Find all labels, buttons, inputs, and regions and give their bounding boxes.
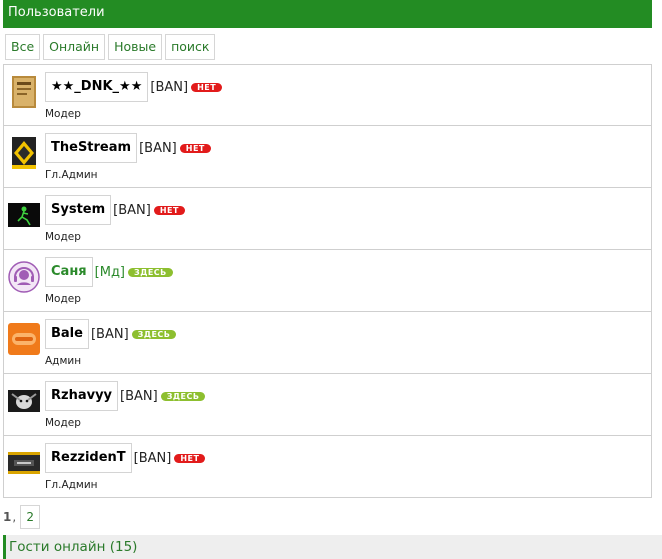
current-page: 1 <box>3 510 12 524</box>
user-row: Саня [Мд] ЗДЕСЬ Модер <box>3 250 652 312</box>
user-row: TheStream [BAN] НЕТ Гл.Админ <box>3 126 652 188</box>
status-badge: НЕТ <box>179 143 211 153</box>
user-row: Rzhavyy [BAN] ЗДЕСЬ Модер <box>3 374 652 436</box>
section-header: Пользователи <box>3 0 652 28</box>
section-title: Пользователи <box>8 5 105 20</box>
user-name-link[interactable]: System <box>45 195 112 225</box>
guests-online-header: Гости онлайн (15) <box>3 535 662 559</box>
user-tag: [BAN] <box>139 140 177 156</box>
status-badge: НЕТ <box>174 453 206 463</box>
user-role: Модер <box>45 231 81 243</box>
user-role: Модер <box>45 417 81 429</box>
user-name-link[interactable]: RezzidenT <box>45 443 132 473</box>
user-avatar[interactable] <box>8 260 40 294</box>
user-tag: [BAN] <box>133 450 172 466</box>
page-2-link[interactable]: 2 <box>20 505 41 529</box>
status-badge: ЗДЕСЬ <box>160 391 206 401</box>
user-tag: [BAN] <box>150 79 189 95</box>
user-tag: [BAN] <box>113 202 151 218</box>
tab-search[interactable]: поиск <box>165 34 216 60</box>
tab-all[interactable]: Все <box>5 34 41 60</box>
user-role: Модер <box>45 293 81 305</box>
page-separator: , <box>12 510 17 524</box>
user-row: Bale [BAN] ЗДЕСЬ Админ <box>3 312 652 374</box>
user-tag: [BAN] <box>90 326 129 342</box>
user-name-link[interactable]: TheStream <box>45 133 138 163</box>
filter-tabs: Все Онлайн Новые поиск <box>5 34 216 62</box>
user-tag: [BAN] <box>120 388 158 404</box>
user-name-link[interactable]: ★★_DNK_★★ <box>45 72 149 102</box>
user-avatar[interactable] <box>8 446 40 480</box>
user-avatar[interactable] <box>8 322 40 356</box>
status-badge: ЗДЕСЬ <box>131 329 177 339</box>
user-role: Гл.Админ <box>45 479 98 491</box>
user-tag: [Мд] <box>94 264 126 280</box>
user-avatar[interactable] <box>8 384 40 418</box>
pagination: 1 , 2 <box>3 505 41 529</box>
tab-online[interactable]: Онлайн <box>43 34 106 60</box>
guests-online-label: Гости онлайн (15) <box>9 539 138 555</box>
user-row: RezzidenT [BAN] НЕТ Гл.Админ <box>3 436 652 498</box>
user-avatar[interactable] <box>8 198 40 232</box>
status-badge: НЕТ <box>191 82 223 92</box>
user-list: ★★_DNK_★★ [BAN] НЕТ Модер TheStream [BAN… <box>3 64 652 498</box>
tab-new[interactable]: Новые <box>108 34 163 60</box>
user-name-link[interactable]: Саня <box>45 257 93 287</box>
user-avatar[interactable] <box>8 136 40 170</box>
user-row: ★★_DNK_★★ [BAN] НЕТ Модер <box>3 64 652 126</box>
user-avatar[interactable] <box>8 75 40 109</box>
status-badge: ЗДЕСЬ <box>128 267 173 277</box>
user-role: Гл.Админ <box>45 169 98 181</box>
user-row: System [BAN] НЕТ Модер <box>3 188 652 250</box>
user-role: Модер <box>45 108 81 120</box>
user-name-link[interactable]: Rzhavyy <box>45 381 119 411</box>
user-role: Админ <box>45 355 82 367</box>
user-name-link[interactable]: Bale <box>45 319 89 349</box>
status-badge: НЕТ <box>153 205 185 215</box>
